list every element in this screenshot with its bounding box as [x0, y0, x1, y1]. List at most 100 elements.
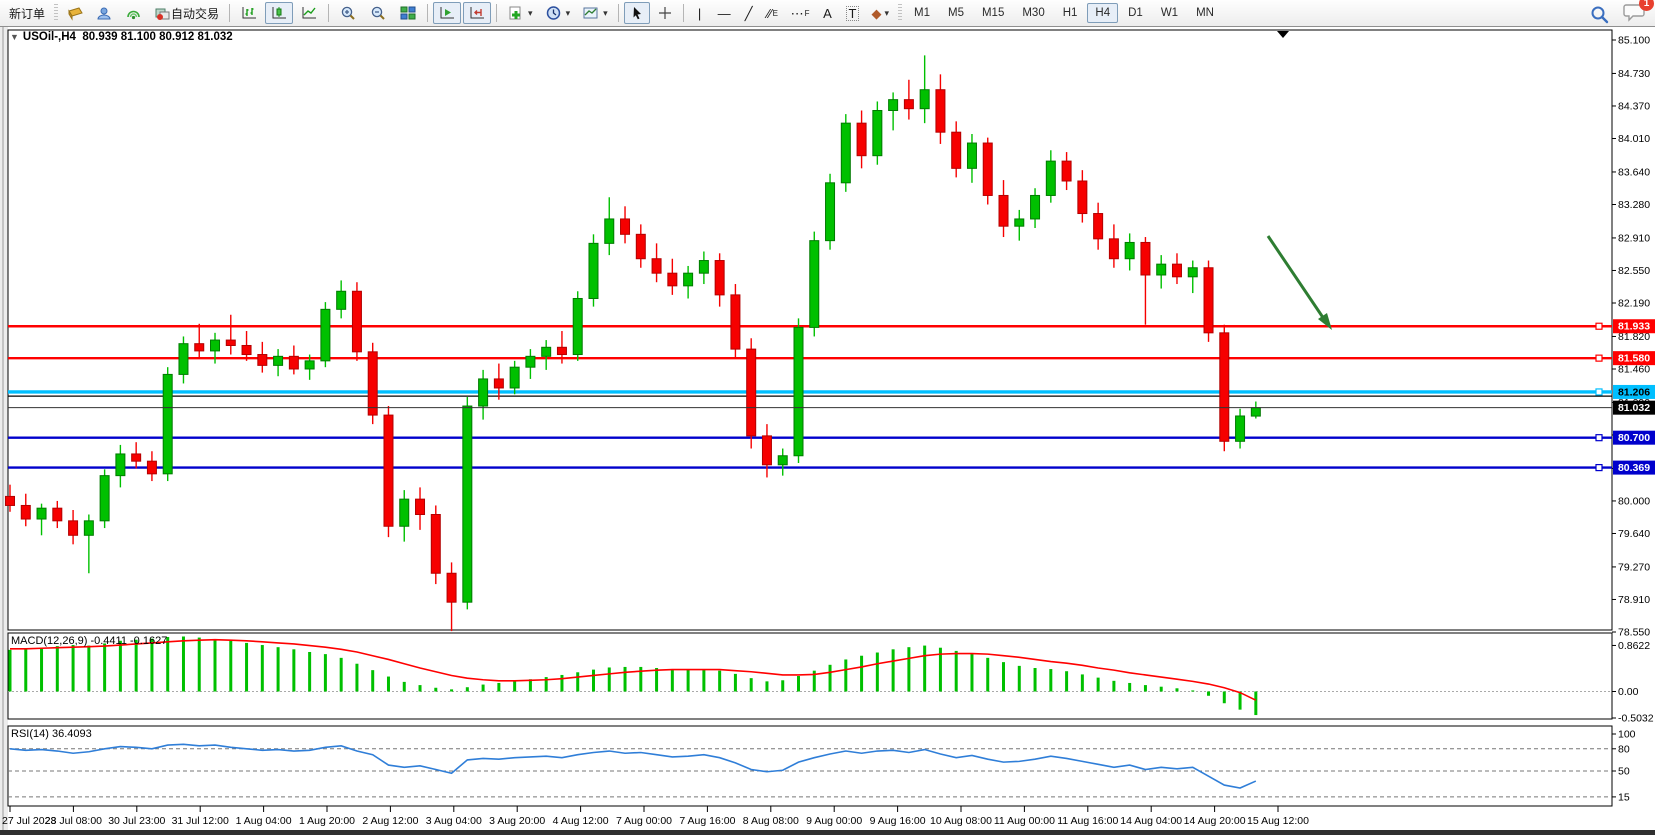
- dropdown-arrow-icon: ▾: [566, 8, 571, 19]
- timeframe-d1[interactable]: D1: [1120, 3, 1151, 23]
- zoom-out-icon: [369, 5, 387, 21]
- svg-text:80.369: 80.369: [1618, 462, 1650, 474]
- svg-text:0.8622: 0.8622: [1618, 640, 1650, 652]
- timeframe-m5[interactable]: M5: [940, 3, 972, 23]
- vertical-line-button[interactable]: |: [689, 2, 711, 24]
- timeframe-m1[interactable]: M1: [906, 3, 938, 23]
- auto-scroll-button[interactable]: [433, 2, 461, 24]
- fibonacci-sub-label: F: [805, 9, 810, 18]
- toolbar-separator: [683, 4, 684, 22]
- text-button[interactable]: A: [817, 2, 839, 24]
- svg-text:80.000: 80.000: [1618, 495, 1650, 507]
- toolbar-separator: [618, 4, 619, 22]
- collapse-arrow-icon[interactable]: ▼: [10, 32, 19, 42]
- svg-text:28 Jul 08:00: 28 Jul 08:00: [45, 815, 102, 827]
- svg-text:31 Jul 12:00: 31 Jul 12:00: [172, 815, 229, 827]
- svg-text:4 Aug 12:00: 4 Aug 12:00: [553, 815, 609, 827]
- dropdown-arrow-icon: ▾: [884, 8, 889, 19]
- timeframe-h4[interactable]: H4: [1087, 3, 1118, 23]
- crosshair-icon: [657, 5, 673, 21]
- zoom-in-button[interactable]: [334, 2, 362, 24]
- chart-title: ▼ USOil-,H4 80.939 81.100 80.912 81.032: [10, 31, 233, 43]
- svg-text:84.730: 84.730: [1618, 68, 1650, 80]
- clock-icon: [545, 5, 563, 21]
- svg-text:84.370: 84.370: [1618, 100, 1650, 112]
- svg-text:81.580: 81.580: [1618, 353, 1650, 365]
- svg-text:2 Aug 12:00: 2 Aug 12:00: [362, 815, 418, 827]
- svg-text:78.550: 78.550: [1618, 627, 1650, 639]
- svg-text:1 Aug 04:00: 1 Aug 04:00: [236, 815, 292, 827]
- chart-canvas[interactable]: 85.10084.73084.37084.01083.64083.28082.9…: [0, 0, 1655, 835]
- auto-scroll-icon: [438, 5, 456, 21]
- chart-symbol-period: USOil-,H4: [23, 31, 76, 43]
- chart-ohlc-values: 80.939 81.100 80.912 81.032: [82, 31, 232, 43]
- orders-button[interactable]: [62, 2, 89, 24]
- cursor-arrow-icon: [629, 5, 645, 21]
- svg-text:85.100: 85.100: [1618, 35, 1650, 47]
- chart-snapshot-button[interactable]: ▾: [577, 2, 613, 24]
- cursor-button[interactable]: [624, 2, 650, 24]
- dropdown-arrow-icon: ▾: [603, 8, 608, 19]
- horizontal-line-icon: —: [718, 7, 731, 20]
- toolbar-grip: [898, 4, 902, 22]
- timeframe-m15[interactable]: M15: [974, 3, 1012, 23]
- autotrading-button[interactable]: 自动交易: [149, 2, 224, 24]
- line-chart-button[interactable]: [295, 2, 323, 24]
- svg-text:81.206: 81.206: [1618, 386, 1650, 398]
- autotrading-icon: [154, 6, 171, 21]
- timeframe-m30[interactable]: M30: [1014, 3, 1052, 23]
- toolbar-separator: [328, 4, 329, 22]
- tile-windows-icon: [399, 5, 417, 21]
- chart-shift-icon: [468, 5, 486, 21]
- horizontal-line-button[interactable]: —: [713, 2, 736, 24]
- svg-text:-0.5032: -0.5032: [1618, 713, 1654, 725]
- arrows-button[interactable]: ◆▾: [866, 2, 894, 24]
- text-label-button[interactable]: T: [841, 2, 865, 24]
- timeframe-w1[interactable]: W1: [1153, 3, 1186, 23]
- svg-text:7 Aug 16:00: 7 Aug 16:00: [679, 815, 735, 827]
- order-book-icon: [67, 6, 84, 21]
- bar-chart-icon: [240, 5, 258, 21]
- svg-text:8 Aug 08:00: 8 Aug 08:00: [743, 815, 799, 827]
- signals-button[interactable]: [120, 2, 147, 24]
- period-dropdown-button[interactable]: ▾: [540, 2, 576, 24]
- timeframe-mn[interactable]: MN: [1188, 3, 1222, 23]
- toolbar-right-icons: 1: [1589, 1, 1647, 28]
- svg-text:79.640: 79.640: [1618, 528, 1650, 540]
- svg-text:80: 80: [1618, 743, 1630, 755]
- fibonacci-button[interactable]: ⋯F: [786, 2, 815, 24]
- svg-text:9 Aug 00:00: 9 Aug 00:00: [806, 815, 862, 827]
- search-icon[interactable]: [1589, 4, 1611, 26]
- fibonacci-icon: ⋯: [791, 7, 804, 20]
- community-button[interactable]: [91, 2, 118, 24]
- toolbar-grip: [54, 4, 58, 22]
- zoom-in-icon: [339, 5, 357, 21]
- toolbar-separator: [427, 4, 428, 22]
- bar-chart-button[interactable]: [235, 2, 263, 24]
- svg-text:7 Aug 00:00: 7 Aug 00:00: [616, 815, 672, 827]
- zoom-out-button[interactable]: [364, 2, 392, 24]
- svg-text:80.700: 80.700: [1618, 432, 1650, 444]
- trendline-button[interactable]: ╱: [738, 2, 760, 24]
- signal-waves-icon: [125, 6, 142, 21]
- new-chart-button[interactable]: ▾: [502, 2, 538, 24]
- svg-text:9 Aug 16:00: 9 Aug 16:00: [870, 815, 926, 827]
- timeframe-h1[interactable]: H1: [1055, 3, 1086, 23]
- notifications-button[interactable]: 1: [1623, 1, 1647, 28]
- crosshair-button[interactable]: [652, 2, 678, 24]
- svg-text:81.933: 81.933: [1618, 321, 1650, 333]
- svg-text:83.640: 83.640: [1618, 166, 1650, 178]
- tile-windows-button[interactable]: [394, 2, 422, 24]
- equidistant-channel-icon: ∕∕: [767, 7, 771, 20]
- channel-sub-label: E: [773, 9, 778, 18]
- svg-text:14 Aug 04:00: 14 Aug 04:00: [1120, 815, 1182, 827]
- new-order-button[interactable]: 新订单: [4, 2, 50, 24]
- svg-text:30 Jul 23:00: 30 Jul 23:00: [108, 815, 165, 827]
- svg-text:81.460: 81.460: [1618, 363, 1650, 375]
- svg-text:81.032: 81.032: [1618, 402, 1650, 414]
- channel-button[interactable]: ∕∕E: [762, 2, 784, 24]
- candlestick-chart-button[interactable]: [265, 2, 293, 24]
- svg-text:79.270: 79.270: [1618, 561, 1650, 573]
- chart-shift-button[interactable]: [463, 2, 491, 24]
- svg-text:84.010: 84.010: [1618, 133, 1650, 145]
